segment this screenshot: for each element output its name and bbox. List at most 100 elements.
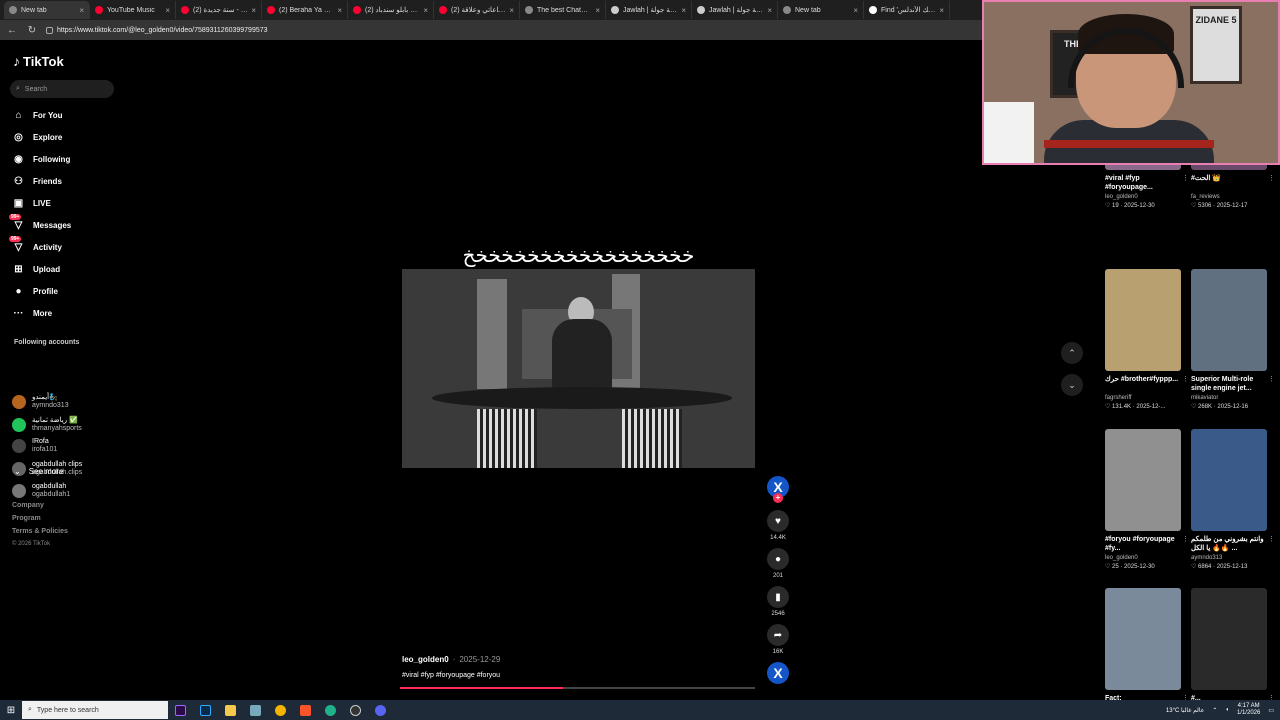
footer-link[interactable]: Terms & Policies (12, 525, 68, 538)
browser-tab[interactable]: YouTube Music × (90, 1, 176, 19)
sidebar-item-for-you[interactable]: ⌂ For You (12, 104, 71, 126)
card-author[interactable]: fa_reviews (1191, 194, 1267, 200)
author-name[interactable]: leo_golden0 (402, 655, 449, 664)
card-author[interactable]: leo_golden0 (1105, 194, 1181, 200)
video-player[interactable] (402, 269, 755, 468)
more-options-icon[interactable]: ⋮ (1182, 535, 1189, 543)
more-options-icon[interactable]: ⋮ (1182, 174, 1189, 182)
sidebar-item-more[interactable]: ··· More (12, 302, 71, 324)
following-account[interactable]: أيمندو🧞 aymndo313 (12, 394, 69, 410)
taskbar-search[interactable]: ⌕ Type here to search (22, 701, 168, 719)
browser-tab[interactable]: Jawlah | منصة جولة× (606, 1, 692, 19)
follow-plus-icon[interactable]: + (773, 493, 783, 503)
browser-tab[interactable]: (2) ولدت ساعاتي وعلاقة× (434, 1, 520, 19)
close-icon[interactable]: × (423, 6, 428, 15)
search-input[interactable]: ⌕ Search (10, 80, 114, 98)
close-icon[interactable]: × (79, 6, 84, 15)
premiere-icon[interactable] (168, 700, 193, 720)
following-account[interactable]: ogabdullah ogabdullah1 (12, 483, 70, 499)
video-thumbnail-card[interactable]: Superior Multi-role single engine jet...… (1191, 269, 1275, 410)
browser-tab[interactable]: The best ChatBot and× (520, 1, 606, 19)
url-field[interactable]: https://www.tiktok.com/@leo_golden0/vide… (46, 26, 268, 34)
thumbnail[interactable] (1105, 588, 1181, 690)
sidebar-item-profile[interactable]: ● Profile (12, 280, 71, 302)
card-author[interactable]: mikaviator (1191, 395, 1267, 401)
close-icon[interactable]: × (509, 6, 514, 15)
thumbnail[interactable] (1191, 269, 1267, 371)
close-icon[interactable]: × (165, 6, 170, 15)
card-author[interactable]: leo_golden0 (1105, 555, 1181, 561)
close-icon[interactable]: × (767, 6, 772, 15)
search-icon: ⌕ (28, 706, 32, 713)
sidebar-item-friends[interactable]: ⚇ Friends (12, 170, 71, 192)
weather-widget[interactable]: 13°C عالم غالبا (1166, 707, 1204, 714)
browser-tab[interactable]: (2) Beraha Ya Sheekha× (262, 1, 348, 19)
clock[interactable]: 4:17 AM 1/1/2026 (1237, 703, 1260, 717)
volume-icon[interactable]: ◖ (1225, 707, 1229, 713)
sidebar-item-activity[interactable]: ▽ 99+ Activity (9, 235, 71, 258)
video-thumbnail-card[interactable]: حرك #brother#fyppp... fagrsheriff ♡ 131.… (1105, 269, 1189, 410)
thumbnail[interactable] (1105, 269, 1181, 371)
tray-arrow-icon[interactable]: ⌃ (1212, 707, 1217, 714)
previous-video-button[interactable]: ⌃ (1061, 342, 1083, 364)
sidebar-item-messages[interactable]: ▽ 99+ Messages (9, 213, 71, 236)
video-thumbnail-card[interactable]: #foryou #foryoupage #fy... leo_golden0 ♡… (1105, 429, 1189, 570)
folder-icon[interactable] (218, 700, 243, 720)
following-account[interactable]: IRofa irofa101 (12, 438, 57, 454)
thumbnail[interactable] (1105, 429, 1181, 531)
sidebar-item-following[interactable]: ◉ Following (12, 148, 71, 170)
discord-icon[interactable] (368, 700, 393, 720)
creator-avatar[interactable]: X + (767, 476, 789, 503)
windows-start-icon[interactable]: ⊞ (0, 705, 22, 716)
card-author[interactable]: fagrsheriff (1105, 395, 1181, 401)
thumbnail[interactable] (1191, 429, 1267, 531)
tiktok-logo[interactable]: ♪ TikTok (13, 53, 64, 69)
more-options-icon[interactable]: ⋮ (1268, 375, 1275, 383)
close-icon[interactable]: × (595, 6, 600, 15)
close-icon[interactable]: × (939, 6, 944, 15)
footer-link[interactable]: Company (12, 499, 68, 512)
more-options-icon[interactable]: ⋮ (1268, 174, 1275, 182)
more-options-icon[interactable]: ⋮ (1182, 375, 1189, 383)
save-button[interactable]: ▮ (767, 586, 789, 608)
brave-icon[interactable] (293, 700, 318, 720)
footer-link[interactable]: Program (12, 512, 68, 525)
chrome-icon[interactable] (268, 700, 293, 720)
close-icon[interactable]: × (337, 6, 342, 15)
next-video-button[interactable]: ⌄ (1061, 374, 1083, 396)
close-icon[interactable]: × (251, 6, 256, 15)
video-hashtags[interactable]: #viral #fyp #foryoupage #foryou (402, 672, 500, 679)
more-options-icon[interactable]: ⋮ (1268, 535, 1275, 543)
thumbnail[interactable] (1191, 588, 1267, 690)
browser-tab[interactable]: Find 'ملك الأندلس' on× (864, 1, 950, 19)
obs-icon[interactable] (343, 700, 368, 720)
browser-tab[interactable]: New tab × (4, 1, 90, 19)
video-thumbnail-card[interactable]: وانتم بشروني من طلمكم 🔥🔥 يا الكل ... aym… (1191, 429, 1275, 570)
photoshop-icon[interactable] (193, 700, 218, 720)
sidebar-item-explore[interactable]: ◎ Explore (12, 126, 71, 148)
share-button[interactable]: ➦ (767, 624, 789, 646)
back-icon[interactable]: ← (6, 25, 18, 36)
like-button[interactable]: ♥ (767, 510, 789, 532)
close-icon[interactable]: × (681, 6, 686, 15)
sidebar-item-upload[interactable]: ⊞ Upload (12, 258, 71, 280)
app-icon[interactable] (243, 700, 268, 720)
video-thumbnail-card[interactable]: Fact: ⋮ (1105, 588, 1189, 714)
tab-title: New tab (21, 6, 47, 14)
edge-icon[interactable] (318, 700, 343, 720)
browser-tab[interactable]: (2) عيون بابلو سندباد × (348, 1, 434, 19)
browser-tab[interactable]: سنة جديدة (2) - YouTube× (176, 1, 262, 19)
following-account[interactable]: رياضة ثمانية ✅ thmanyahsports (12, 417, 82, 433)
notification-icon[interactable]: ▭ (1268, 707, 1274, 714)
comment-button[interactable]: ● (767, 548, 789, 570)
browser-tab[interactable]: Jawlah | منصة جولة× (692, 1, 778, 19)
close-icon[interactable]: × (853, 6, 858, 15)
video-progress-bar[interactable] (400, 687, 755, 689)
video-thumbnail-card[interactable]: #... ⋮ (1191, 588, 1275, 714)
card-author[interactable]: aymndo313 (1191, 555, 1267, 561)
browser-tab[interactable]: New tab × (778, 1, 864, 19)
music-disc-avatar[interactable]: X (767, 662, 789, 684)
see-more-button[interactable]: ⌄ See more (14, 467, 63, 476)
sidebar-item-live[interactable]: ▣ LIVE (12, 192, 71, 214)
reload-icon[interactable]: ↻ (26, 25, 38, 36)
